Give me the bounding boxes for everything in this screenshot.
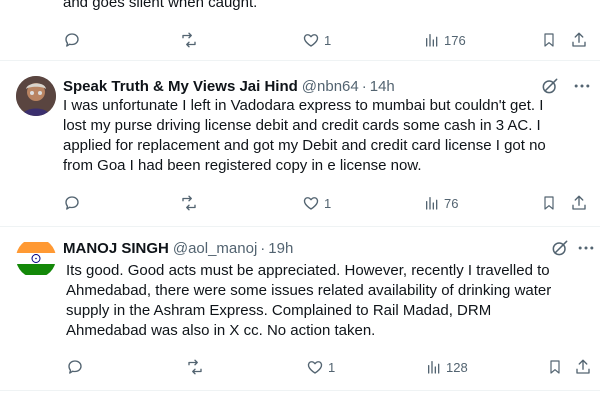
tweet-text: Its good. Good acts must be appreciated.… [66, 261, 586, 341]
share-button[interactable] [570, 193, 588, 213]
view-count: 128 [446, 359, 468, 375]
avatar[interactable] [16, 238, 56, 278]
tweet-text-line: supply in the Ashram Express. Complained… [66, 302, 492, 319]
share-icon [576, 359, 590, 374]
views-icon [426, 197, 438, 210]
grok-icon[interactable] [540, 76, 560, 96]
tweet-header: Speak Truth & My Views Jai Hind @nbn64 ·… [63, 76, 395, 96]
tweet-divider [0, 60, 600, 61]
tweet-text-line: Ahmedabad, there were some issues relate… [66, 282, 552, 299]
repost-button[interactable] [179, 193, 199, 213]
share-button[interactable] [574, 357, 592, 377]
timestamp[interactable]: 19h [268, 240, 293, 257]
bookmark-icon [544, 33, 554, 47]
reply-button[interactable] [66, 357, 84, 377]
grok-icon[interactable] [550, 238, 570, 258]
like-count: 1 [324, 195, 332, 211]
separator-dot: · [361, 77, 367, 95]
display-name[interactable]: Speak Truth & My Views Jai Hind [63, 78, 298, 95]
like-button[interactable]: 1 [306, 357, 335, 377]
more-icon[interactable] [576, 238, 596, 258]
tweet-text: I was unfortunate I left in Vadodara exp… [63, 96, 583, 176]
views-icon [426, 34, 438, 47]
bookmark-icon [550, 360, 560, 374]
like-button[interactable]: 1 [302, 30, 331, 50]
bookmark-icon [544, 196, 554, 210]
tweet-text-fragment: and goes silent when caught. [63, 0, 258, 11]
reply-icon [68, 360, 82, 374]
heart-icon [303, 34, 319, 47]
tweet-text-line: lost my purse driving license debit and … [63, 117, 541, 134]
view-count: 176 [444, 32, 466, 48]
user-handle[interactable]: @nbn64 [302, 78, 359, 95]
separator-dot: · [260, 239, 266, 257]
reply-button[interactable] [63, 193, 81, 213]
avatar[interactable] [16, 76, 56, 116]
reply-icon [65, 196, 79, 210]
tweet-divider [0, 390, 600, 391]
views-button[interactable]: 76 [424, 193, 458, 213]
tweet-header: MANOJ SINGH @aol_manoj · 19h [63, 238, 293, 258]
heart-icon [303, 197, 319, 210]
like-count: 1 [328, 359, 336, 375]
tweet-text-line: Ahmedabad was also in X cc. No action ta… [66, 322, 376, 339]
share-icon [572, 195, 586, 210]
reply-button[interactable] [63, 30, 81, 50]
like-button[interactable]: 1 [302, 193, 331, 213]
tweet-text-line: applied for replacement and got my Debit… [63, 137, 546, 154]
repost-icon [182, 195, 196, 211]
bookmark-button[interactable] [547, 357, 563, 377]
tweet-text-line: Its good. Good acts must be appreciated.… [66, 262, 550, 279]
avatar-image [16, 76, 56, 116]
tweet-actions: 1 128 [0, 357, 600, 377]
views-button[interactable]: 128 [426, 357, 468, 377]
tweet-actions: 1 76 [0, 193, 600, 213]
bookmark-button[interactable] [541, 30, 557, 50]
tweet-text-line: from Goa I had been registered copy in e… [63, 157, 422, 174]
timestamp[interactable]: 14h [370, 78, 395, 95]
repost-button[interactable] [185, 357, 205, 377]
repost-button[interactable] [179, 30, 199, 50]
heart-icon [307, 361, 323, 374]
bookmark-button[interactable] [541, 193, 557, 213]
repost-icon [182, 32, 196, 48]
tweet-actions: 1 176 [0, 30, 600, 50]
display-name[interactable]: MANOJ SINGH [63, 240, 169, 257]
repost-icon [188, 359, 202, 375]
views-icon [428, 361, 440, 374]
like-count: 1 [324, 32, 332, 48]
tweet-divider [0, 226, 600, 227]
view-count: 76 [444, 195, 459, 211]
more-icon[interactable] [572, 76, 592, 96]
share-icon [572, 32, 586, 47]
views-button[interactable]: 176 [424, 30, 466, 50]
share-button[interactable] [570, 30, 588, 50]
tweet-text-line: I was unfortunate I left in Vadodara exp… [63, 97, 544, 114]
india-flag-icon [16, 242, 56, 275]
user-handle[interactable]: @aol_manoj [173, 240, 257, 257]
reply-icon [65, 33, 79, 47]
